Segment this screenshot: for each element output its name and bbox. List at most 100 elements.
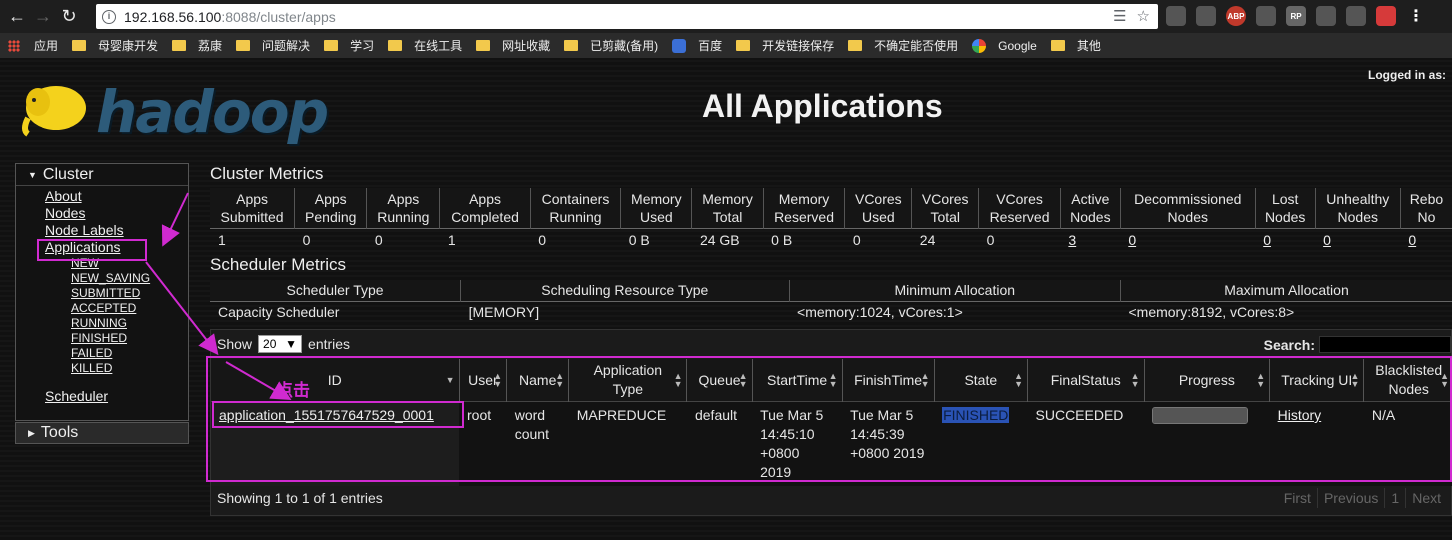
cluster-toggle[interactable]: ▼ Cluster: [16, 164, 188, 186]
column-header-line: Application: [593, 362, 663, 378]
bookmark-label: 问题解决: [262, 39, 311, 53]
bookmark-item[interactable]: 其他: [1050, 37, 1101, 54]
sidebar-item-failed[interactable]: FAILED: [71, 346, 188, 361]
sidebar-item-accepted[interactable]: ACCEPTED: [71, 301, 188, 316]
rp-icon[interactable]: RP: [1286, 6, 1306, 26]
bookmark-item[interactable]: 百度: [672, 37, 722, 54]
sidebar-item-submitted[interactable]: SUBMITTED: [71, 286, 188, 301]
sidebar-item-killed[interactable]: KILLED: [71, 361, 188, 376]
sort-icon: ▲ ▼: [1130, 371, 1140, 389]
menu-icon[interactable]: ⋮: [1406, 6, 1426, 26]
sync-icon[interactable]: [1166, 6, 1186, 26]
metric-header: Rebo No: [1399, 188, 1452, 229]
tracking-ui-cell: History: [1269, 401, 1364, 486]
metric-header-line: Running: [549, 209, 602, 225]
entries-label: entries: [308, 336, 351, 352]
sidebar-item-new_saving[interactable]: NEW_SAVING: [71, 271, 188, 286]
column-header-finishtime[interactable]: FinishTime ▲ ▼: [841, 359, 935, 402]
column-header-progress[interactable]: Progress ▲ ▼: [1143, 359, 1270, 402]
show-label: Show: [217, 336, 253, 352]
reload-icon[interactable]: ↻: [56, 4, 82, 30]
metric-link[interactable]: 3: [1068, 232, 1076, 248]
page-size-select[interactable]: 20 ▼: [258, 335, 303, 353]
bookmark-item[interactable]: 荔康: [172, 37, 222, 54]
sort-icon: ▲ ▼: [1350, 371, 1360, 389]
metric-header: Containers Running: [529, 188, 621, 229]
column-header-state[interactable]: State ▲ ▼: [933, 359, 1028, 402]
column-header-name[interactable]: Name ▲ ▼: [506, 359, 569, 402]
column-header-blacklisted-nodes[interactable]: Blacklisted Nodes ▲ ▼: [1363, 359, 1452, 402]
scheduler-header: Maximum Allocation: [1119, 280, 1452, 302]
column-header-tracking-ui[interactable]: Tracking UI ▲ ▼: [1269, 359, 1364, 402]
sidebar-item-about[interactable]: About: [45, 188, 188, 205]
progress-bar: [1152, 407, 1249, 424]
sidebar-item-applications[interactable]: Applications: [45, 239, 188, 256]
bookmark-item[interactable]: 母婴康开发: [72, 37, 158, 54]
metric-link[interactable]: 0: [1323, 232, 1331, 248]
sidebar-item-running[interactable]: RUNNING: [71, 316, 188, 331]
sort-icon: ▲ ▼: [828, 371, 838, 389]
bookmark-item[interactable]: 问题解决: [236, 37, 310, 54]
metric-header-line: Total: [712, 209, 743, 225]
column-header-id[interactable]: ID ▼: [211, 359, 459, 402]
sort-icon: ▲ ▼: [493, 371, 503, 389]
pager-first[interactable]: First: [1278, 488, 1317, 508]
bookmark-item[interactable]: 开发链接保存: [736, 37, 834, 54]
bookmark-item[interactable]: 网址收藏: [476, 37, 550, 54]
folder-icon: [324, 40, 339, 51]
table-info: Showing 1 to 1 of 1 entries: [217, 490, 383, 506]
metric-link[interactable]: 0: [1128, 232, 1136, 248]
metric-value-cell: 24: [911, 228, 979, 251]
metric-header-line: Nodes: [1167, 209, 1208, 225]
circle-icon[interactable]: [1316, 6, 1336, 26]
sidebar-item-new[interactable]: NEW: [71, 256, 188, 271]
scheduler-header: Scheduler Type: [210, 280, 461, 302]
translate-icon[interactable]: ☰: [1113, 7, 1126, 25]
bookmark-item[interactable]: 在线工具: [388, 37, 462, 54]
column-header-queue[interactable]: Queue ▲ ▼: [686, 359, 753, 402]
feather-icon[interactable]: [1256, 6, 1276, 26]
column-header-starttime[interactable]: StartTime ▲ ▼: [751, 359, 843, 402]
forward-icon[interactable]: →: [30, 4, 56, 30]
back-icon[interactable]: ←: [4, 4, 30, 30]
column-header-application-type[interactable]: Application Type ▲ ▼: [568, 359, 687, 402]
site-info-icon[interactable]: i: [102, 9, 116, 24]
bookmark-label: Google: [998, 38, 1037, 53]
sidebar-item-finished[interactable]: FINISHED: [71, 331, 188, 346]
bookmark-label: 不确定能否使用: [874, 39, 959, 53]
bookmark-item[interactable]: 学习: [324, 37, 374, 54]
history-link[interactable]: History: [1278, 407, 1322, 423]
address-bar[interactable]: i 192.168.56.100:8088/cluster/apps ☰ ☆: [96, 4, 1158, 29]
bookmark-item[interactable]: 应用: [8, 37, 58, 54]
bookmark-item[interactable]: 已剪藏(备用): [564, 37, 658, 54]
column-header-user[interactable]: User ▲ ▼: [458, 359, 507, 402]
metric-value-cell: 0: [530, 228, 621, 251]
pager-1[interactable]: 1: [1384, 488, 1405, 508]
bookmark-item[interactable]: 不确定能否使用: [848, 37, 958, 54]
bookmark-label: 百度: [698, 39, 723, 53]
metric-value-cell: 0 B: [763, 228, 845, 251]
url-path: :8088/cluster/apps: [221, 8, 336, 25]
sidebar-item-nodes[interactable]: Nodes: [45, 205, 188, 222]
pocket-icon[interactable]: [1376, 6, 1396, 26]
abp-icon[interactable]: ABP: [1226, 6, 1246, 26]
clip-icon[interactable]: [1346, 6, 1366, 26]
column-header-finalstatus[interactable]: FinalStatus ▲ ▼: [1027, 359, 1145, 402]
glasses-icon[interactable]: [1196, 6, 1216, 26]
pager-previous[interactable]: Previous: [1316, 488, 1384, 508]
app-id-link[interactable]: application_1551757647529_0001: [219, 407, 434, 423]
metric-link[interactable]: 0: [1408, 232, 1416, 248]
metric-link[interactable]: 0: [1263, 232, 1271, 248]
search-input[interactable]: [1319, 336, 1451, 353]
tools-toggle[interactable]: ▶ Tools: [15, 422, 189, 444]
sidebar-item-scheduler[interactable]: Scheduler: [45, 388, 188, 405]
metric-value-cell: 0: [294, 228, 367, 251]
pager-next[interactable]: Next: [1405, 488, 1447, 508]
folder-icon: [388, 40, 403, 51]
bookmark-label: 母婴康开发: [98, 39, 159, 53]
bookmark-item[interactable]: Google: [972, 38, 1037, 53]
metric-header-line: VCores: [996, 191, 1043, 207]
sidebar-item-node-labels[interactable]: Node Labels: [45, 222, 188, 239]
bookmark-star-icon[interactable]: ☆: [1137, 7, 1150, 25]
metric-header-line: Lost: [1271, 191, 1299, 207]
